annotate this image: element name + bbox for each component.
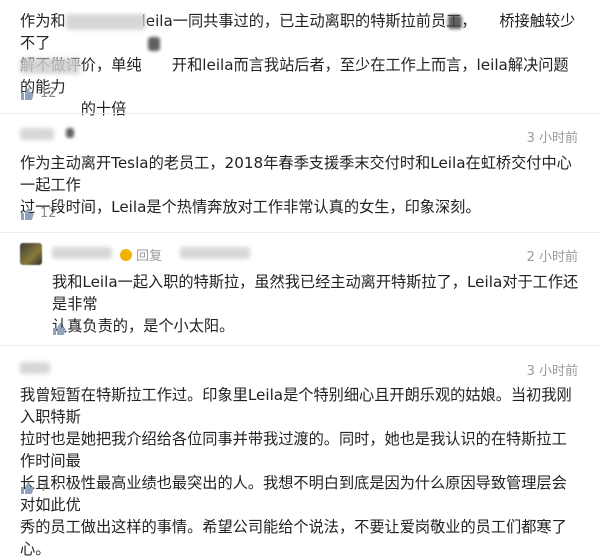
thumbs-up-icon [53,322,66,335]
like-button[interactable]: 1 [52,321,80,336]
timestamp: 2 小时前 [526,250,578,265]
verified-badge-icon [120,248,132,261]
comment-line: 作为主动离开Tesla的老员工，2018年春季支援季末交付时和Leila在虹桥交… [20,154,572,194]
like-count: 12 [40,86,57,101]
username-redacted [66,128,74,138]
avatar[interactable] [20,243,42,265]
redaction [148,37,160,51]
comment-line: 拉时也是她把我介绍给各位同事并带我过渡的。同时，她也是我认识的在特斯拉工作时间最 [20,430,567,470]
timestamp: 3 小时前 [526,364,578,379]
redaction [448,15,462,29]
reply-comment: 回复 2 小时前 我和Leila一起入职的特斯拉，虽然我已经主动离开特斯拉了，L… [0,233,600,340]
comment-line: 认真负责的，是个小太阳。 [52,317,235,335]
comment-2: 3 小时前 作为主动离开Tesla的老员工，2018年春季支援季末交付时和Lei… [0,114,600,232]
username-redacted [20,362,50,374]
like-button[interactable]: 12 [20,86,57,101]
comment-1: 作为和 leila一同共事过的，已主动离职的特斯拉前员工， 桥接触较少不了 解不… [0,0,600,118]
like-count: 1 [72,321,81,336]
comment-line: 秀的员工做出这样的事情。希望公司能给个说法，不要让爱岗敬业的员工们都寒了心。 [20,518,567,558]
thumbs-up-icon [21,481,34,494]
username-redacted [20,128,54,140]
comment-line: 解不做评价，单纯 开和leila而言我站后者，至少在工作上而言，leila解决问… [20,56,569,96]
like-count: 7 [40,480,49,495]
redaction [20,58,80,74]
reply-tag: 回复 [120,245,162,264]
timestamp: 3 小时前 [526,131,578,146]
thumbs-up-icon [21,207,34,220]
thumbs-up-icon [21,87,34,100]
username-redacted [180,247,250,259]
comment-text: 我曾短暂在特斯拉工作过。印象里Leila是个特别细心且开朗乐观的姑娘。当初我刚入… [20,384,580,560]
comment-4: 3 小时前 我曾短暂在特斯拉工作过。印象里Leila是个特别细心且开朗乐观的姑娘… [0,346,600,558]
like-button[interactable]: 12 [20,206,57,221]
redaction [66,14,146,30]
like-button[interactable]: 7 [20,480,48,495]
comment-text: 我和Leila一起入职的特斯拉，虽然我已经主动离开特斯拉了，Leila对于工作还… [52,271,582,337]
username-redacted [52,247,112,259]
comment-line: 我曾短暂在特斯拉工作过。印象里Leila是个特别细心且开朗乐观的姑娘。当初我刚入… [20,386,572,426]
comment-line: 我和Leila一起入职的特斯拉，虽然我已经主动离开特斯拉了，Leila对于工作还… [52,273,579,313]
comment-line: 过一段时间，Leila是个热情奔放对工作非常认真的女生，印象深刻。 [20,198,481,216]
like-count: 12 [40,206,57,221]
comment-text: 作为主动离开Tesla的老员工，2018年春季支援季末交付时和Leila在虹桥交… [20,152,580,218]
reply-label: 回复 [136,249,163,264]
comment-line: 长且积极性最高业绩也最突出的人。我想不明白到底是因为什么原因导致管理层会对如此优 [20,474,567,514]
